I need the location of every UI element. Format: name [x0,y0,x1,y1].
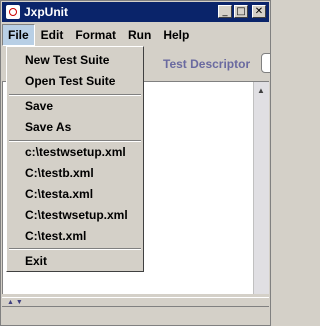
menu-item-save[interactable]: Save [25,99,53,113]
menu-item-recent-file[interactable]: C:\testwsetup.xml [25,208,128,222]
file-menu-dropdown: New Test Suite Open Test Suite Save Save… [6,46,144,272]
close-button[interactable]: ✕ [252,5,266,18]
menu-help[interactable]: Help [157,24,195,46]
menu-item-recent-file[interactable]: c:\testwsetup.xml [25,145,126,159]
scroll-up-icon[interactable]: ▲ [255,84,267,96]
vertical-scrollbar[interactable]: ▲ [253,82,269,294]
split-pane-divider[interactable] [2,297,269,307]
java-app-icon [6,5,20,19]
menu-item-save-as[interactable]: Save As [25,120,71,134]
menu-separator [9,248,141,250]
app-window: JxpUnit _ □ ✕ File Edit Format Run Help … [0,0,271,326]
menu-bar: File Edit Format Run Help [2,24,269,46]
menu-separator [9,94,141,96]
menu-item-recent-file[interactable]: C:\test.xml [25,229,86,243]
test-descriptor-label: Test Descriptor [163,57,251,71]
menu-format[interactable]: Format [69,24,122,46]
menu-item-recent-file[interactable]: C:\testa.xml [25,187,93,201]
menu-separator [9,140,141,142]
menu-item-new-test-suite[interactable]: New Test Suite [25,53,109,67]
menu-item-open-test-suite[interactable]: Open Test Suite [25,74,115,88]
window-title: JxpUnit [24,5,69,19]
minimize-button[interactable]: _ [218,5,232,18]
menu-edit[interactable]: Edit [35,24,70,46]
window-controls: _ □ ✕ [218,5,266,18]
menu-item-recent-file[interactable]: C:\testb.xml [25,166,94,180]
menu-run[interactable]: Run [122,24,157,46]
menu-item-exit[interactable]: Exit [25,254,47,268]
split-toggle-icon[interactable]: ▲▼ [7,299,25,306]
maximize-button[interactable]: □ [234,5,248,18]
menu-file[interactable]: File [2,24,35,46]
title-bar[interactable]: JxpUnit _ □ ✕ [2,2,269,22]
toolbar-right-field[interactable] [261,53,271,73]
bottom-panel [2,307,269,325]
